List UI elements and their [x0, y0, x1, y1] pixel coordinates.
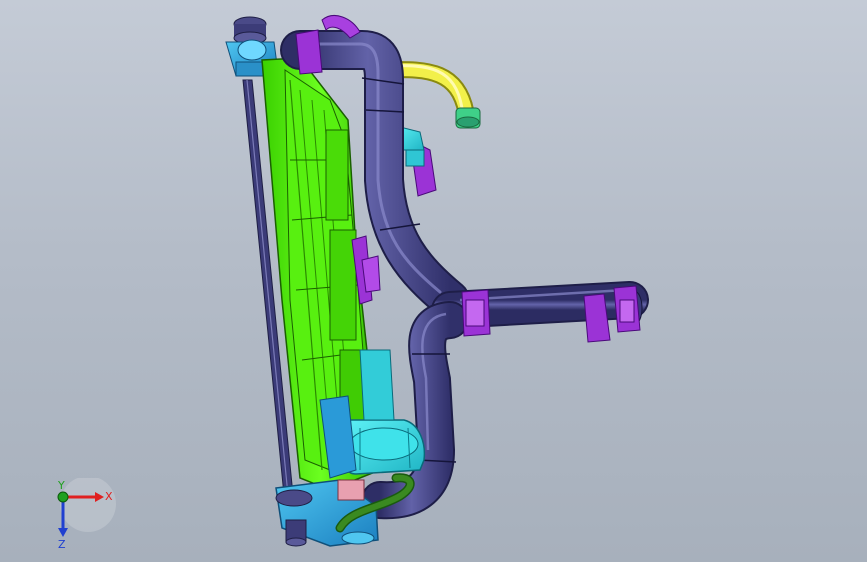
x-axis-label: X [105, 490, 113, 503]
z-axis-arrowhead [58, 528, 68, 537]
y-axis-label: Y [57, 479, 65, 492]
coordinate-triad: X Y Z [57, 478, 116, 550]
hose-clamp-middle[interactable] [461, 289, 491, 337]
3d-cad-viewport[interactable]: X Y Z [0, 0, 867, 562]
radiator-assembly-model[interactable] [0, 0, 867, 562]
z-axis-label: Z [58, 538, 66, 550]
y-axis-dot [57, 491, 69, 503]
